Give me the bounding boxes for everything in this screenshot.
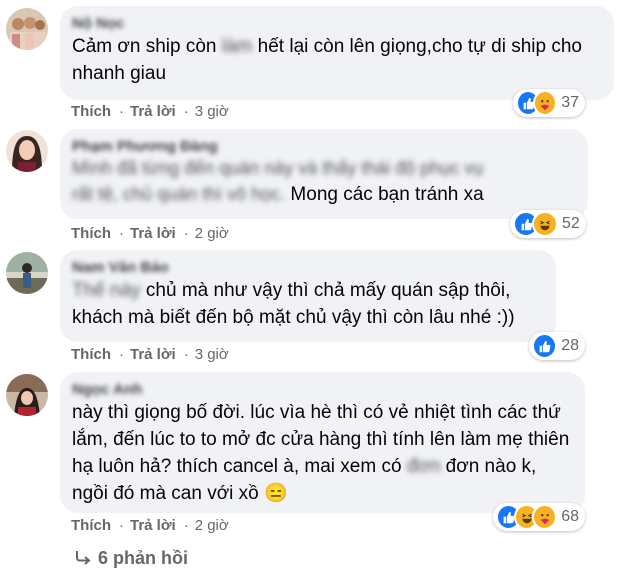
reaction-count: 37	[561, 94, 579, 111]
comment-text: Mình đã từng đến quán này và thấy thái đ…	[72, 156, 576, 208]
comment-actions: Thích · Trả lời · 3 giờ	[71, 103, 229, 121]
reaction-count: 52	[562, 215, 580, 232]
comment-bubble: Phạm Phương Đàng Mình đã từng đến quán n…	[60, 129, 588, 219]
reaction-summary[interactable]: 52	[510, 210, 586, 238]
reaction-summary[interactable]: 68	[493, 503, 585, 531]
text-blurred-word: Thế này	[72, 280, 141, 301]
timestamp[interactable]: 2 giờ	[195, 517, 229, 534]
like-link[interactable]: Thích	[71, 517, 111, 534]
care-reaction-icon	[532, 504, 558, 530]
separator: ·	[183, 346, 189, 363]
timestamp[interactable]: 3 giờ	[195, 346, 229, 363]
reply-link[interactable]: Trả lời	[130, 103, 176, 120]
avatar[interactable]	[6, 252, 48, 294]
like-reaction-icon	[532, 333, 558, 359]
comment-actions: Thích · Trả lời · 3 giờ	[71, 346, 229, 364]
text-lead: Cảm ơn ship còn	[72, 36, 222, 57]
reply-link[interactable]: Trả lời	[130, 517, 176, 534]
comment-actions: Thích · Trả lời · 2 giờ	[71, 225, 229, 243]
reply-link[interactable]: Trả lời	[130, 225, 176, 242]
reply-arrow-icon	[76, 551, 91, 565]
reply-link[interactable]: Trả lời	[130, 346, 176, 363]
comment-author[interactable]: Phạm Phương Đàng	[72, 138, 576, 156]
like-link[interactable]: Thích	[71, 346, 111, 363]
comment-author[interactable]: Nộ Nọc	[72, 15, 602, 33]
timestamp[interactable]: 3 giờ	[195, 103, 229, 120]
separator: ·	[183, 103, 189, 120]
text-rest: Mong các bạn tránh xa	[285, 184, 484, 205]
comment-bubble: Nam Văn Bảo Thế này chủ mà như vậy thì c…	[60, 250, 556, 342]
text-blurred-word: đơn	[406, 456, 441, 477]
text-blurred-word: làm	[221, 36, 253, 57]
text-blurred-line-2: rất tệ, chủ quán thì vô học.	[72, 184, 286, 204]
separator: ·	[119, 103, 124, 120]
comment-bubble: Ngọc Anh này thì giọng bố đời. lúc vìa h…	[60, 372, 585, 513]
separator: ·	[119, 517, 124, 534]
comment-author[interactable]: Nam Văn Bảo	[72, 259, 544, 277]
comment-author[interactable]: Ngọc Anh	[72, 381, 573, 399]
comment-bubble: Nộ Nọc Cảm ơn ship còn làm hết lại còn l…	[60, 6, 614, 100]
avatar[interactable]	[6, 130, 48, 172]
like-link[interactable]: Thích	[71, 225, 111, 242]
separator: ·	[183, 225, 189, 242]
care-reaction-icon	[533, 90, 558, 116]
timestamp[interactable]: 2 giờ	[195, 225, 229, 242]
replies-label: 6 phản hồi	[98, 548, 188, 568]
like-link[interactable]: Thích	[71, 103, 111, 120]
reaction-count: 68	[561, 508, 579, 525]
comment-text: Cảm ơn ship còn làm hết lại còn lên giọn…	[72, 33, 602, 87]
comment-text: này thì giọng bố đời. lúc vìa hè thì có …	[72, 399, 573, 507]
comment-actions: Thích · Trả lời · 2 giờ	[71, 517, 229, 535]
reaction-summary[interactable]: 28	[529, 332, 585, 360]
haha-reaction-icon	[532, 211, 558, 237]
reaction-summary[interactable]: 37	[513, 89, 585, 117]
avatar[interactable]	[6, 374, 48, 416]
view-replies-link[interactable]: 6 phản hồi	[74, 548, 188, 569]
reaction-count: 28	[561, 337, 579, 354]
separator: ·	[119, 346, 124, 363]
separator: ·	[183, 517, 189, 534]
comment-text: Thế này chủ mà như vậy thì chả mấy quán …	[72, 277, 544, 331]
avatar[interactable]	[6, 8, 48, 50]
separator: ·	[119, 225, 124, 242]
text-blurred-line: Mình đã từng đến quán này và thấy thái đ…	[72, 158, 484, 178]
